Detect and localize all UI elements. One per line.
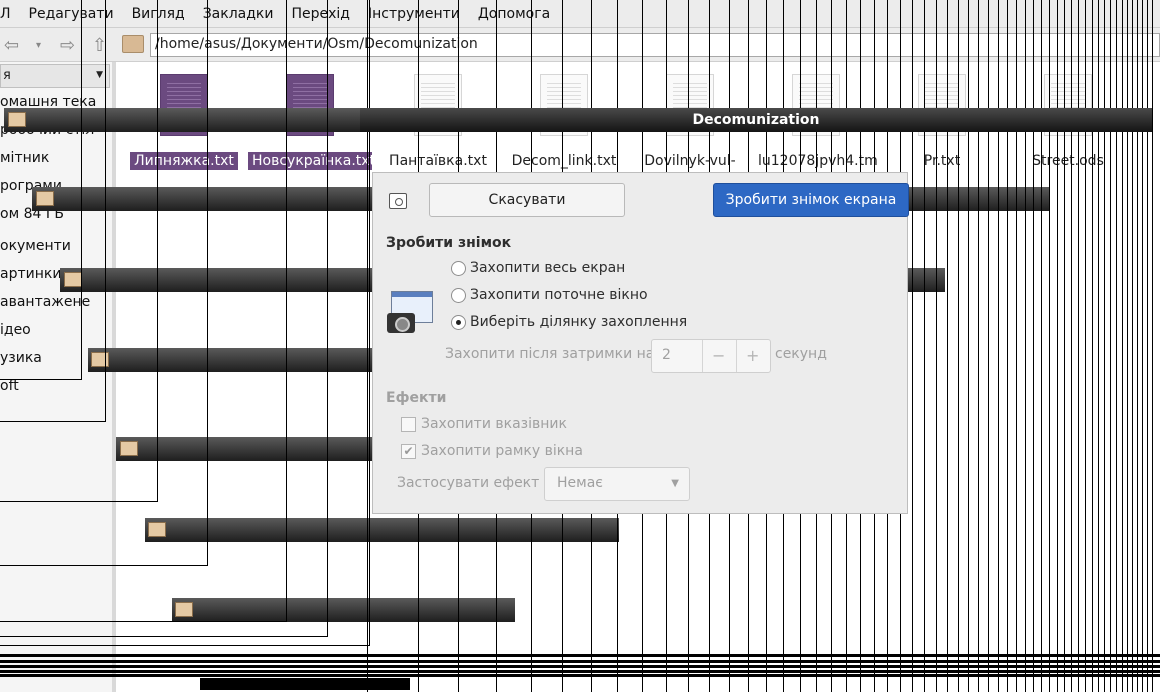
- glitch-line: [1025, 0, 1026, 692]
- effect-label: Захопити вказівник: [421, 416, 567, 432]
- menu-tools[interactable]: Інструменти: [359, 6, 469, 22]
- glitch-line: [1064, 0, 1065, 692]
- plus-icon[interactable]: +: [746, 346, 759, 365]
- glitch-outline: [0, 0, 370, 646]
- file-name: Dovilnyk-vul-: [644, 153, 736, 169]
- glitch-line: [958, 0, 959, 692]
- effect-label: Захопити рамку вікна: [421, 443, 583, 459]
- radio-button-selected[interactable]: [451, 314, 466, 330]
- apply-effect-value: Немає: [557, 475, 603, 491]
- glitch-line: [1110, 0, 1111, 692]
- glitch-line: [1132, 0, 1133, 692]
- glitch-line: [367, 0, 368, 692]
- glitch-line: [988, 0, 989, 692]
- take-screenshot-button[interactable]: Зробити знімок екрана: [713, 183, 909, 217]
- effect-include-pointer[interactable]: Захопити вказівник: [401, 414, 567, 434]
- camera-icon: [387, 291, 435, 335]
- glitch-line: [1041, 0, 1042, 692]
- option-select-area[interactable]: Виберіть ділянку захоплення: [451, 312, 687, 332]
- delay-value[interactable]: 2: [662, 347, 671, 363]
- glitch-line: [1057, 0, 1058, 692]
- option-whole-screen[interactable]: Захопити весь екран: [451, 258, 625, 278]
- glitch-band: [0, 654, 1160, 692]
- glitch-line: [936, 0, 937, 692]
- glitch-line: [1116, 0, 1117, 692]
- glitch-line: [978, 0, 979, 692]
- glitch-line: [947, 0, 948, 692]
- delay-stepper[interactable]: 2 − +: [651, 339, 771, 373]
- glitch-line: [998, 0, 999, 692]
- delay-label: Захопити після затримки на: [445, 346, 655, 362]
- apply-effect-label: Застосувати ефект: [397, 475, 540, 491]
- screenshot-app-icon: [389, 193, 407, 209]
- screenshot-dialog: Скасувати Зробити знімок екрана Зробити …: [372, 172, 909, 514]
- glitch-line: [1147, 0, 1148, 692]
- option-label: Захопити поточне вікно: [470, 287, 648, 303]
- glitch-line: [968, 0, 969, 692]
- glitch-line: [1007, 0, 1008, 692]
- checkbox-checked[interactable]: ✔: [401, 443, 416, 459]
- window-titlebar[interactable]: Decomunization: [360, 108, 1152, 132]
- glitch-line: [1085, 0, 1086, 692]
- glitch-line: [1122, 0, 1123, 692]
- file-name: Пантаївка.txt: [389, 153, 487, 169]
- minus-icon[interactable]: −: [712, 346, 725, 365]
- menu-help[interactable]: Допомога: [469, 6, 559, 22]
- radio-button[interactable]: [451, 287, 466, 303]
- glitch-line: [1033, 0, 1034, 692]
- section-title-take: Зробити знімок: [386, 235, 512, 251]
- glitch-line: [1142, 0, 1143, 692]
- radio-button[interactable]: [451, 260, 466, 276]
- glitch-line: [1092, 0, 1093, 692]
- chevron-down-icon: ▼: [671, 478, 679, 489]
- glitch-line: [1137, 0, 1138, 692]
- glitch-line: [1016, 0, 1017, 692]
- glitch-line: [1152, 0, 1153, 692]
- glitch-line: [1071, 0, 1072, 692]
- delay-unit: секунд: [775, 346, 827, 362]
- option-label: Виберіть ділянку захоплення: [470, 314, 688, 330]
- option-label: Захопити весь екран: [470, 260, 626, 276]
- glitch-line: [1049, 0, 1050, 692]
- glitch-line: [1104, 0, 1105, 692]
- file-name: Decom_link.txt: [511, 153, 617, 169]
- checkbox[interactable]: [401, 416, 416, 432]
- section-title-effects: Ефекти: [386, 390, 447, 406]
- glitch-line: [1078, 0, 1079, 692]
- option-current-window[interactable]: Захопити поточне вікно: [451, 285, 648, 305]
- effect-include-border[interactable]: ✔ Захопити рамку вікна: [401, 441, 583, 461]
- glitch-line: [912, 0, 913, 692]
- glitch-line: [1127, 0, 1128, 692]
- glitch-line: [1098, 0, 1099, 692]
- cancel-button[interactable]: Скасувати: [429, 183, 625, 217]
- glitch-line: [924, 0, 925, 692]
- apply-effect-select[interactable]: Немає ▼: [544, 467, 690, 501]
